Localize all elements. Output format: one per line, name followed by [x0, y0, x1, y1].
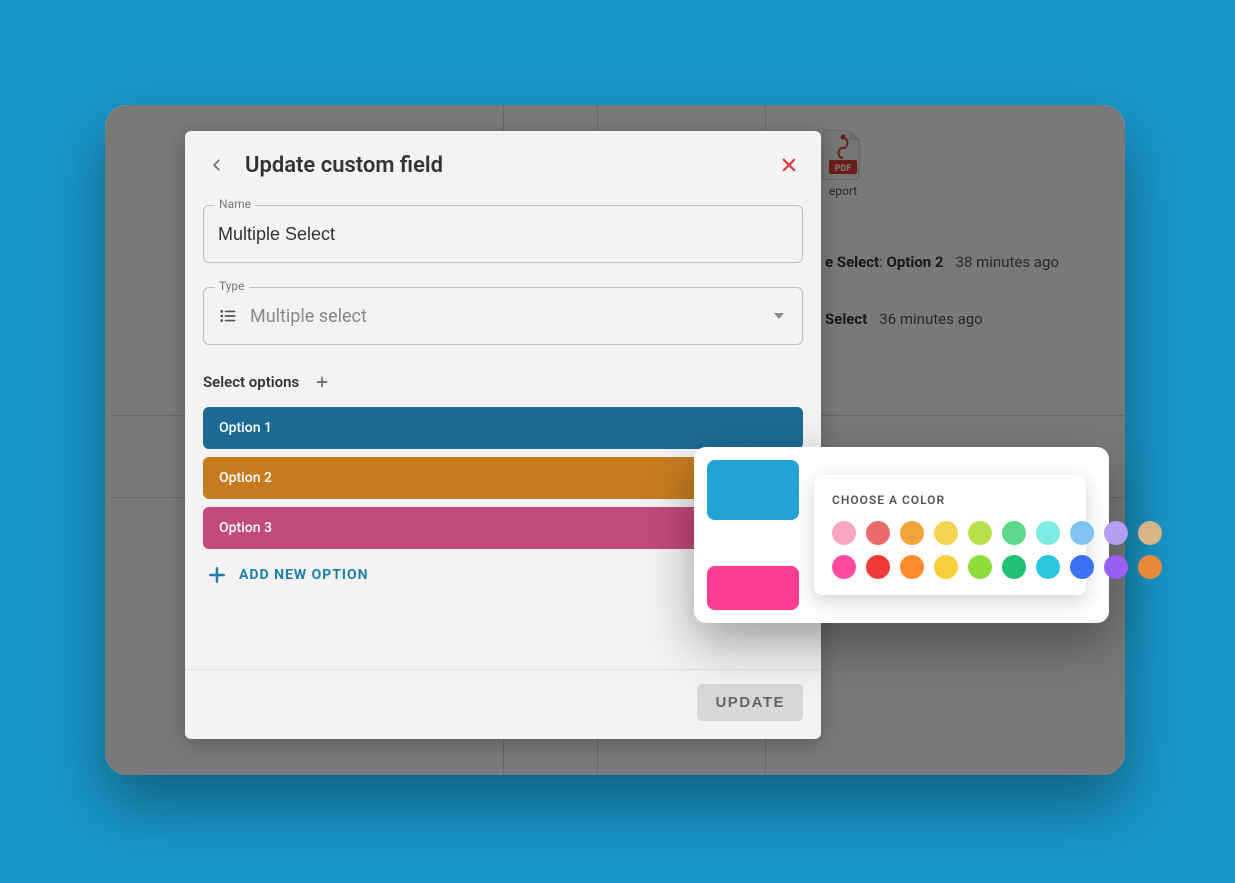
color-swatch[interactable]	[934, 521, 958, 545]
plus-icon	[315, 375, 329, 389]
color-swatch[interactable]	[1002, 521, 1026, 545]
color-popover-panel: CHOOSE A COLOR	[814, 475, 1086, 595]
stage: PDF eport e Select: Option 2 38 minutes …	[0, 0, 1235, 883]
popover-title: CHOOSE A COLOR	[832, 493, 1068, 507]
color-swatch[interactable]	[1036, 555, 1060, 579]
color-swatch[interactable]	[832, 555, 856, 579]
color-popover: CHOOSE A COLOR	[694, 447, 1109, 623]
add-option-label: ADD NEW OPTION	[239, 567, 369, 583]
modal-footer: UPDATE	[185, 669, 821, 739]
close-button[interactable]	[775, 151, 803, 179]
color-swatch[interactable]	[1070, 555, 1094, 579]
add-option-small-button[interactable]	[313, 373, 331, 391]
plus-icon	[207, 565, 227, 585]
modal-header: Update custom field	[185, 131, 821, 193]
color-swatch[interactable]	[832, 521, 856, 545]
list-icon	[218, 306, 238, 326]
color-swatch[interactable]	[866, 521, 890, 545]
color-swatch[interactable]	[900, 555, 924, 579]
name-input[interactable]	[203, 205, 803, 263]
color-swatch[interactable]	[968, 521, 992, 545]
options-section-header: Select options	[203, 373, 803, 391]
color-swatch[interactable]	[1036, 521, 1060, 545]
type-label: Type	[215, 279, 249, 293]
color-swatch[interactable]	[900, 521, 924, 545]
popover-anchor-secondary	[707, 566, 799, 610]
update-button[interactable]: UPDATE	[697, 684, 803, 721]
color-swatch[interactable]	[1104, 521, 1128, 545]
color-swatch[interactable]	[1002, 555, 1026, 579]
modal-title: Update custom field	[245, 153, 761, 178]
type-value: Multiple select	[250, 306, 762, 327]
color-swatch[interactable]	[1138, 521, 1162, 545]
popover-anchor-active	[707, 460, 799, 520]
option-row[interactable]: Option 1	[203, 407, 803, 449]
close-icon	[780, 156, 798, 174]
name-label: Name	[215, 197, 255, 211]
color-swatch[interactable]	[1070, 521, 1094, 545]
color-swatch[interactable]	[1138, 555, 1162, 579]
color-swatch[interactable]	[934, 555, 958, 579]
option-label: Option 1	[219, 420, 272, 436]
options-section-label: Select options	[203, 373, 299, 391]
option-label: Option 3	[219, 520, 272, 536]
option-label: Option 2	[219, 470, 272, 486]
update-field-modal: Update custom field Name Type	[185, 131, 821, 739]
color-swatch[interactable]	[866, 555, 890, 579]
color-swatch[interactable]	[1104, 555, 1128, 579]
name-field-wrap: Name	[203, 205, 803, 263]
color-swatch[interactable]	[968, 555, 992, 579]
type-select[interactable]: Multiple select	[203, 287, 803, 345]
chevron-left-icon	[210, 158, 224, 172]
back-button[interactable]	[203, 151, 231, 179]
type-field-wrap: Type Multiple select	[203, 287, 803, 345]
color-swatch-grid	[832, 521, 1068, 579]
chevron-down-icon	[774, 313, 784, 319]
